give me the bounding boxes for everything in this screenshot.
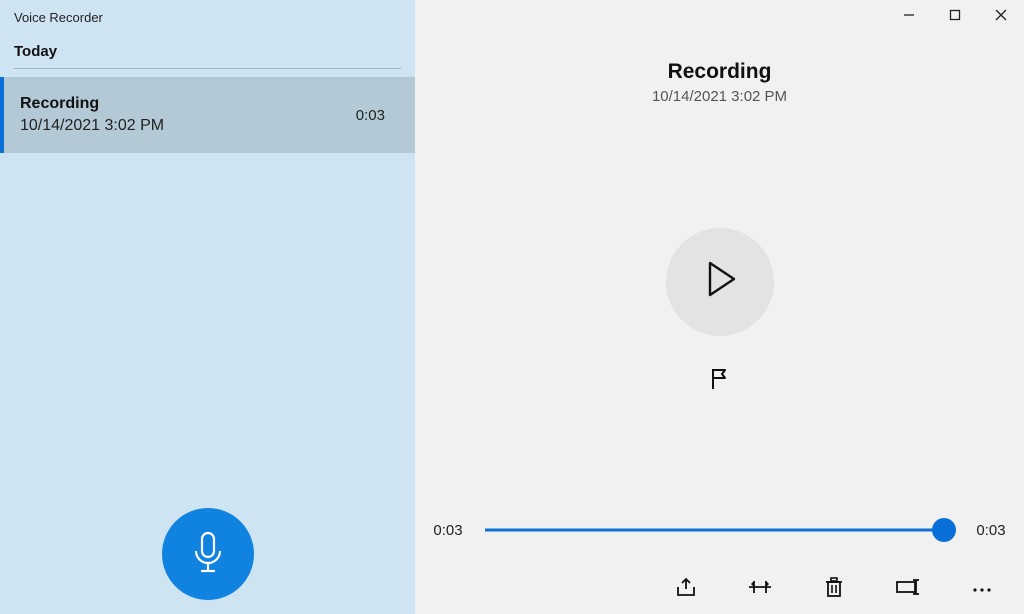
trim-button[interactable] [744, 573, 776, 605]
recording-title: Recording [20, 95, 164, 113]
seek-knob[interactable] [932, 518, 956, 542]
elapsed-time: 0:03 [425, 522, 471, 539]
timeline: 0:03 0:03 [415, 520, 1024, 564]
trash-icon [824, 576, 844, 603]
minimize-button[interactable] [886, 0, 932, 30]
share-button[interactable] [670, 573, 702, 605]
recording-item[interactable]: Recording 10/14/2021 3:02 PM 0:03 [0, 77, 415, 153]
app-window: Voice Recorder Today Recording 10/14/202… [0, 0, 1024, 614]
recordings-list: Recording 10/14/2021 3:02 PM 0:03 [0, 69, 415, 153]
window-titlebar [415, 0, 1024, 36]
main-title: Recording [415, 60, 1024, 84]
play-button[interactable] [666, 228, 774, 336]
recording-meta: Recording 10/14/2021 3:02 PM [20, 95, 164, 135]
close-button[interactable] [978, 0, 1024, 30]
rename-button[interactable] [892, 573, 924, 605]
close-icon [995, 9, 1007, 21]
more-icon [972, 580, 992, 598]
minimize-icon [903, 9, 915, 21]
seek-track [485, 529, 954, 532]
maximize-icon [949, 9, 961, 21]
share-icon [674, 576, 698, 603]
play-icon [700, 257, 740, 306]
app-title: Voice Recorder [0, 0, 415, 43]
playback-area [415, 105, 1024, 520]
seek-slider[interactable] [485, 520, 954, 540]
main-header: Recording 10/14/2021 3:02 PM [415, 36, 1024, 105]
delete-button[interactable] [818, 573, 850, 605]
microphone-icon [191, 531, 225, 577]
maximize-button[interactable] [932, 0, 978, 30]
recording-date: 10/14/2021 3:02 PM [20, 117, 164, 135]
section-header: Today [0, 43, 415, 68]
trim-icon [747, 577, 773, 602]
more-button[interactable] [966, 573, 998, 605]
add-marker-button[interactable] [704, 366, 736, 398]
recording-duration: 0:03 [356, 107, 385, 124]
rename-icon [895, 578, 921, 601]
flag-icon [707, 366, 733, 397]
total-time: 0:03 [968, 522, 1014, 539]
main-date: 10/14/2021 3:02 PM [415, 88, 1024, 105]
record-button[interactable] [162, 508, 254, 600]
main-panel: Recording 10/14/2021 3:02 PM 0:03 0:03 [415, 0, 1024, 614]
bottom-toolbar [415, 564, 1024, 614]
sidebar: Voice Recorder Today Recording 10/14/202… [0, 0, 415, 614]
